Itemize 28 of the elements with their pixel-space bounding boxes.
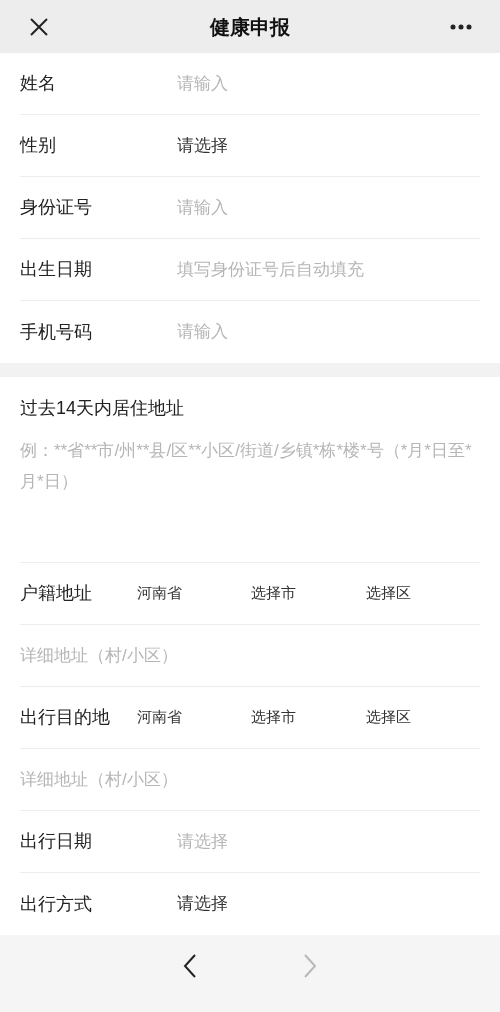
input-field[interactable]: 请输入: [177, 70, 480, 97]
input-field[interactable]: 填写身份证号后自动填充: [177, 256, 480, 283]
region-select[interactable]: 选择市: [251, 706, 366, 729]
select-field[interactable]: 请选择: [177, 132, 228, 159]
more-icon[interactable]: [450, 24, 472, 30]
region-select[interactable]: 选择区: [365, 706, 480, 729]
field-label: 出行方式: [20, 892, 93, 916]
field-label: 出行日期: [20, 830, 93, 853]
field-label: 手机号码: [20, 320, 93, 344]
input-field[interactable]: 详细地址（村/小区）: [20, 766, 480, 793]
field-label: 身份证号: [20, 196, 93, 219]
region-select[interactable]: 河南省: [137, 582, 252, 605]
field-label: 户籍地址: [20, 582, 93, 605]
input-field[interactable]: 请输入: [177, 194, 480, 221]
field-label: 过去14天内居住地址: [20, 397, 186, 420]
region-select[interactable]: 选择区: [365, 582, 480, 605]
select-field[interactable]: 请选择: [177, 891, 228, 917]
input-field[interactable]: 请输入: [177, 319, 480, 345]
field-label: 姓名: [20, 72, 57, 95]
field-label: 性别: [20, 134, 57, 157]
close-icon[interactable]: [28, 16, 50, 38]
region-select[interactable]: 河南省: [137, 706, 252, 729]
window-title: 健康申报: [210, 14, 290, 40]
region-select[interactable]: 选择市: [251, 582, 366, 605]
input-field[interactable]: 详细地址（村/小区）: [20, 642, 480, 669]
input-field[interactable]: 例：**省**市/州**县/区**小区/街道/乡镇*栋*楼*号（*月*日至*月*日）: [20, 435, 480, 555]
field-label: 出生日期: [20, 258, 93, 281]
field-label: 出行目的地: [20, 706, 111, 729]
